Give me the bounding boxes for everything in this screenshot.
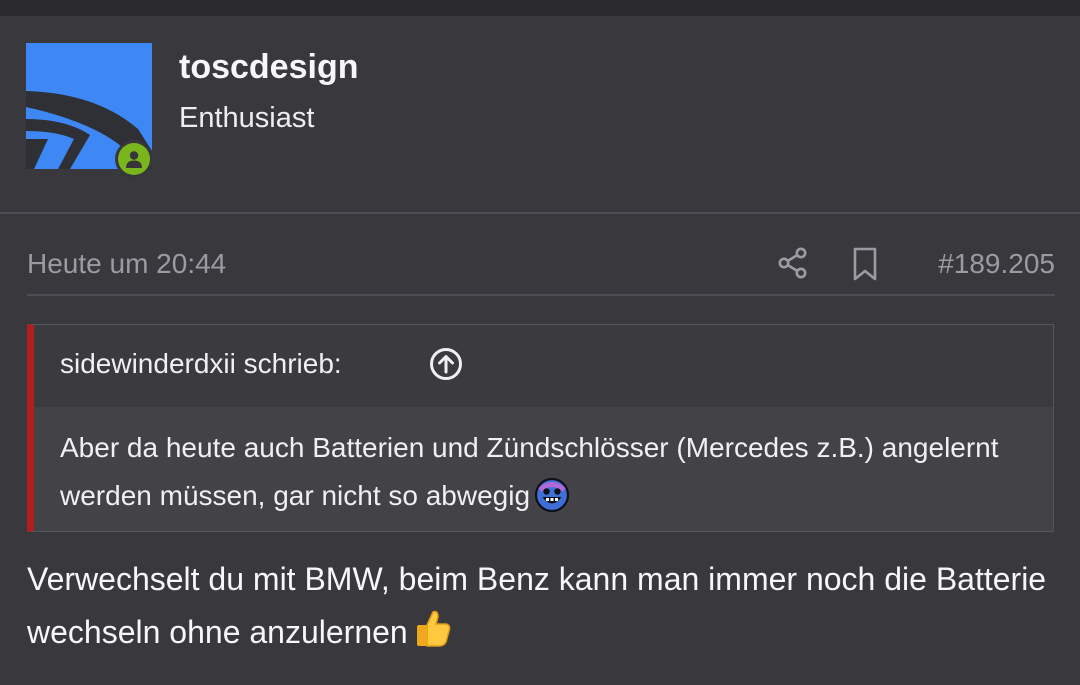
quote-text: Aber da heute auch Batterien und Zündsch… (60, 432, 999, 511)
post-author-header: toscdesign Enthusiast (0, 16, 1080, 213)
username-link[interactable]: toscdesign (179, 48, 358, 87)
thumbs-up-emoji-icon (416, 610, 451, 647)
post-message-text: Verwechselt du mit BMW, beim Benz kann m… (27, 561, 1047, 650)
quote-block: sidewinderdxii schrieb: Aber da heute au… (27, 324, 1054, 532)
user-title: Enthusiast (179, 102, 315, 134)
top-bar (0, 0, 1080, 16)
quote-header: sidewinderdxii schrieb: (34, 325, 1053, 407)
quote-author-link[interactable]: sidewinderdxii schrieb: (60, 348, 342, 380)
quote-text-block: Aber da heute auch Batterien und Zündsch… (60, 424, 1020, 520)
online-user-icon (126, 151, 142, 168)
grinning-face-emoji-icon (534, 477, 570, 513)
post-number-link[interactable]: #189.205 (938, 248, 1055, 280)
post-timestamp-link[interactable]: Heute um 20:44 (27, 248, 226, 280)
quote-content: Aber da heute auch Batterien und Zündsch… (34, 407, 1053, 531)
arrow-up-circle-icon (430, 348, 462, 380)
meta-divider (27, 294, 1055, 296)
post-meta-bar: Heute um 20:44 #189.205 (27, 244, 1055, 286)
bookmark-icon (853, 247, 877, 281)
quote-jump-button[interactable] (429, 347, 463, 381)
share-icon (778, 247, 807, 279)
share-button[interactable] (777, 246, 809, 280)
avatar[interactable] (26, 43, 153, 185)
bookmark-button[interactable] (849, 246, 881, 282)
header-divider (0, 212, 1080, 214)
post-body: Verwechselt du mit BMW, beim Benz kann m… (27, 553, 1067, 659)
online-status-badge (115, 140, 153, 178)
